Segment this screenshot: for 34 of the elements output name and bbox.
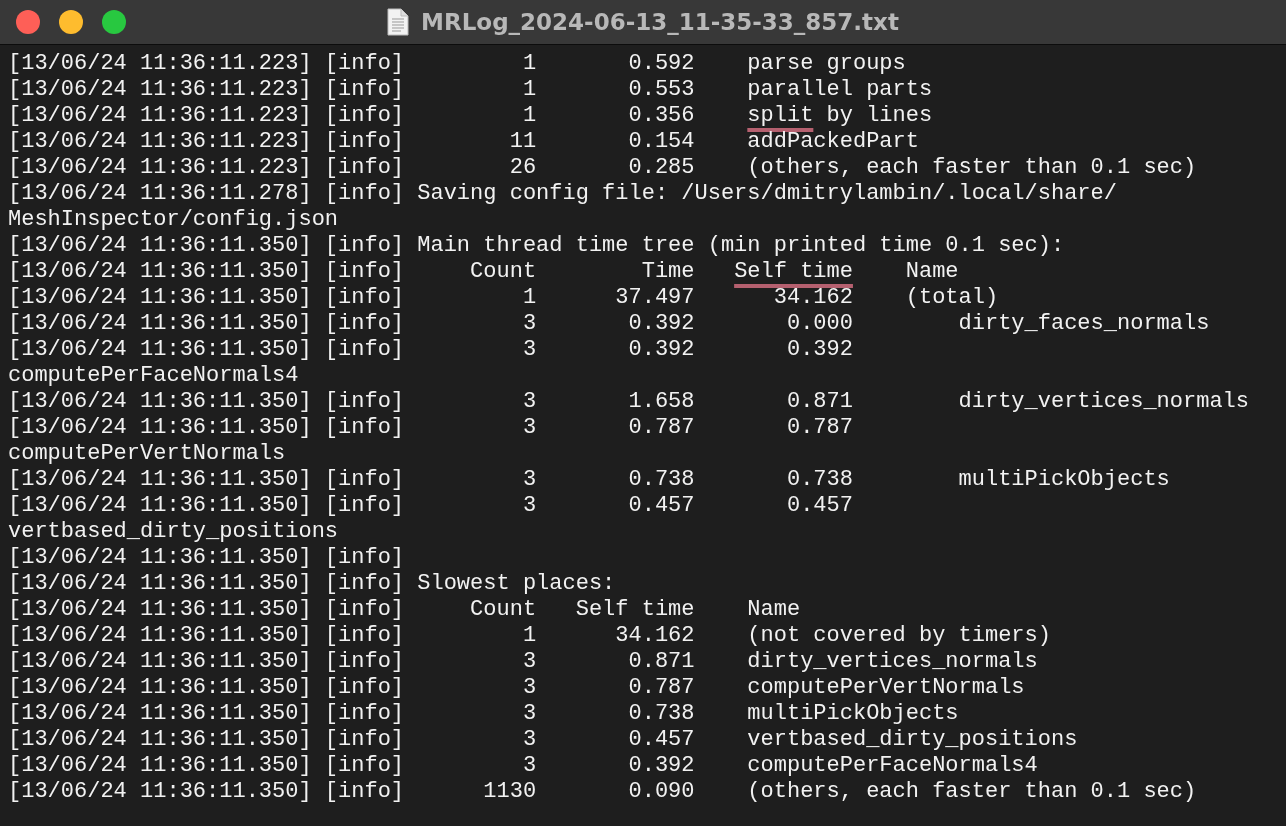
log-line: [13/06/24 11:36:11.350] [info] Slowest places:: [8, 571, 617, 597]
log-line: [13/06/24 11:36:11.278] [info] Saving config file: /Users/dmitrylambin/.local/share/: [8, 181, 1118, 207]
log-line: [13/06/24 11:36:11.223] [info] 1 0.356 split by lines: [8, 103, 934, 129]
log-line: [13/06/24 11:36:11.350] [info] 3 0.457 vertbased_dirty_positions: [8, 727, 1079, 753]
log-line: [13/06/24 11:36:11.350] [info] 3 0.738 multiPickObjects: [8, 701, 960, 727]
log-line: [13/06/24 11:36:11.350] [info] 3 0.787 0.787: [8, 415, 854, 441]
log-line: [13/06/24 11:36:11.350] [info] 3 0.787 computePerVertNormals: [8, 675, 1026, 701]
log-line: [13/06/24 11:36:11.350] [info] 3 0.392 0.392: [8, 337, 854, 363]
log-line: [13/06/24 11:36:11.350] [info] 3 0.871 dirty_vertices_normals: [8, 649, 1039, 675]
window-title: MRLog_2024-06-13_11-35-33_857.txt: [421, 9, 899, 35]
log-line: [13/06/24 11:36:11.350] [info] Count Self time Name: [8, 597, 802, 623]
log-line: [13/06/24 11:36:11.350] [info] 1130 0.090 (others, each faster than 0.1 sec): [8, 779, 1198, 805]
log-line: [13/06/24 11:36:11.223] [info] 1 0.553 parallel parts: [8, 77, 934, 103]
zoom-button[interactable]: [102, 10, 126, 34]
log-line: [13/06/24 11:36:11.223] [info] 1 0.592 parse groups: [8, 51, 907, 77]
log-line: [13/06/24 11:36:11.350] [info] Count Time Self time Name: [8, 259, 960, 285]
log-line: [13/06/24 11:36:11.350] [info] 1 37.497 34.162 (total): [8, 285, 1000, 311]
log-line: [13/06/24 11:36:11.350] [info]: [8, 545, 406, 571]
log-line: vertbased_dirty_positions: [8, 519, 340, 545]
log-line: [13/06/24 11:36:11.350] [info] 3 0.738 0.738 multiPickObjects: [8, 467, 1171, 493]
close-button[interactable]: [16, 10, 40, 34]
log-line: [13/06/24 11:36:11.350] [info] 3 0.392 computePerFaceNormals4: [8, 753, 1039, 779]
log-line: [13/06/24 11:36:11.223] [info] 26 0.285 (others, each faster than 0.1 sec): [8, 155, 1198, 181]
log-line: [13/06/24 11:36:11.223] [info] 11 0.154 addPackedPart: [8, 129, 920, 155]
log-line: computePerVertNormals: [8, 441, 287, 467]
log-line: [13/06/24 11:36:11.350] [info] Main thread time tree (min printed time 0.1 sec):: [8, 233, 1066, 259]
log-line: computePerFaceNormals4: [8, 363, 300, 389]
log-line: MeshInspector/config.json: [8, 207, 340, 233]
document-icon: [387, 8, 410, 36]
log-line: [13/06/24 11:36:11.350] [info] 1 34.162 (not covered by timers): [8, 623, 1052, 649]
minimize-button[interactable]: [59, 10, 83, 34]
log-line: [13/06/24 11:36:11.350] [info] 3 0.457 0.457: [8, 493, 854, 519]
log-line: [13/06/24 11:36:11.350] [info] 3 0.392 0.000 dirty_faces_normals: [8, 311, 1211, 337]
log-line: [13/06/24 11:36:11.350] [info] 3 1.658 0.871 dirty_vertices_normals: [8, 389, 1250, 415]
